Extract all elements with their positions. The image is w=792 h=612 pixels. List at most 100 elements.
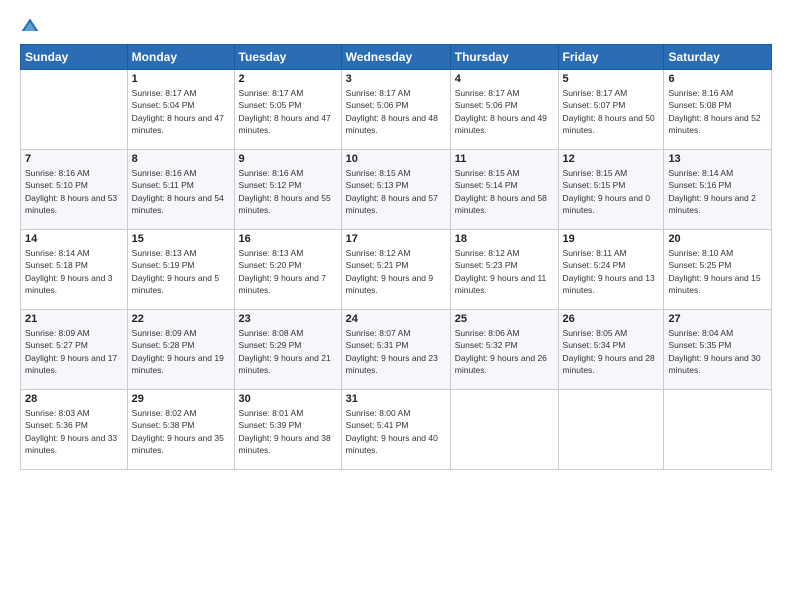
weekday-saturday: Saturday — [664, 45, 772, 70]
day-number: 6 — [668, 73, 767, 85]
calendar-table: SundayMondayTuesdayWednesdayThursdayFrid… — [20, 44, 772, 470]
calendar-cell: 15 Sunrise: 8:13 AMSunset: 5:19 PMDayligh… — [127, 230, 234, 310]
calendar-week-3: 14Sunrise: 8:14 AMSunset: 5:18 PMDayligh… — [21, 230, 772, 310]
day-info: Sunrise: 8:17 AMSunset: 5:07 PMDaylight:… — [563, 87, 660, 136]
calendar-cell: 30 Sunrise: 8:01 AMSunset: 5:39 PMDayligh… — [234, 390, 341, 470]
day-number: 28 — [25, 393, 123, 405]
calendar-cell: 11 Sunrise: 8:15 AMSunset: 5:14 PMDayligh… — [450, 150, 558, 230]
day-info: Sunrise: 8:02 AMSunset: 5:38 PMDaylight:… — [132, 407, 230, 456]
day-info: Sunrise: 8:17 AMSunset: 5:04 PMDaylight:… — [132, 87, 230, 136]
day-info: Sunrise: 8:16 AMSunset: 5:11 PMDaylight:… — [132, 167, 230, 216]
day-number: 8 — [132, 153, 230, 165]
day-info: Sunrise: 8:15 AMSunset: 5:15 PMDaylight:… — [563, 167, 660, 216]
day-info: Sunrise: 8:09 AMSunset: 5:28 PMDaylight:… — [132, 327, 230, 376]
day-info: Sunrise: 8:07 AMSunset: 5:31 PMDaylight:… — [346, 327, 446, 376]
day-number: 24 — [346, 313, 446, 325]
day-number: 2 — [239, 73, 337, 85]
calendar-cell: 31Sunrise: 8:00 AMSunset: 5:41 PMDayligh… — [341, 390, 450, 470]
day-info: Sunrise: 8:05 AMSunset: 5:34 PMDaylight:… — [563, 327, 660, 376]
calendar-cell: 20 Sunrise: 8:10 AMSunset: 5:25 PMDayligh… — [664, 230, 772, 310]
day-info: Sunrise: 8:16 AMSunset: 5:12 PMDaylight:… — [239, 167, 337, 216]
day-info: Sunrise: 8:15 AMSunset: 5:14 PMDaylight:… — [455, 167, 554, 216]
calendar-week-2: 7 Sunrise: 8:16 AMSunset: 5:10 PMDaylight… — [21, 150, 772, 230]
day-number: 23 — [239, 313, 337, 325]
day-number: 4 — [455, 73, 554, 85]
calendar-cell: 18 Sunrise: 8:12 AMSunset: 5:23 PMDayligh… — [450, 230, 558, 310]
weekday-wednesday: Wednesday — [341, 45, 450, 70]
calendar-cell — [664, 390, 772, 470]
calendar-cell: 6 Sunrise: 8:16 AMSunset: 5:08 PMDaylight… — [664, 70, 772, 150]
day-info: Sunrise: 8:14 AMSunset: 5:18 PMDaylight:… — [25, 247, 123, 296]
calendar-week-5: 28 Sunrise: 8:03 AMSunset: 5:36 PMDayligh… — [21, 390, 772, 470]
day-info: Sunrise: 8:13 AMSunset: 5:20 PMDaylight:… — [239, 247, 337, 296]
day-number: 15 — [132, 233, 230, 245]
day-number: 12 — [563, 153, 660, 165]
day-info: Sunrise: 8:01 AMSunset: 5:39 PMDaylight:… — [239, 407, 337, 456]
day-number: 9 — [239, 153, 337, 165]
day-info: Sunrise: 8:16 AMSunset: 5:08 PMDaylight:… — [668, 87, 767, 136]
calendar-cell: 21Sunrise: 8:09 AMSunset: 5:27 PMDayligh… — [21, 310, 128, 390]
calendar-cell: 16Sunrise: 8:13 AMSunset: 5:20 PMDayligh… — [234, 230, 341, 310]
calendar-header: SundayMondayTuesdayWednesdayThursdayFrid… — [21, 45, 772, 70]
calendar-cell: 13Sunrise: 8:14 AMSunset: 5:16 PMDayligh… — [664, 150, 772, 230]
logo — [20, 16, 44, 36]
day-info: Sunrise: 8:13 AMSunset: 5:19 PMDaylight:… — [132, 247, 230, 296]
day-number: 26 — [563, 313, 660, 325]
day-info: Sunrise: 8:03 AMSunset: 5:36 PMDaylight:… — [25, 407, 123, 456]
calendar-cell: 17 Sunrise: 8:12 AMSunset: 5:21 PMDayligh… — [341, 230, 450, 310]
day-number: 19 — [563, 233, 660, 245]
day-info: Sunrise: 8:14 AMSunset: 5:16 PMDaylight:… — [668, 167, 767, 216]
day-info: Sunrise: 8:15 AMSunset: 5:13 PMDaylight:… — [346, 167, 446, 216]
day-number: 30 — [239, 393, 337, 405]
calendar-cell: 1 Sunrise: 8:17 AMSunset: 5:04 PMDaylight… — [127, 70, 234, 150]
day-number: 20 — [668, 233, 767, 245]
weekday-monday: Monday — [127, 45, 234, 70]
day-info: Sunrise: 8:10 AMSunset: 5:25 PMDaylight:… — [668, 247, 767, 296]
calendar-cell: 2Sunrise: 8:17 AMSunset: 5:05 PMDaylight… — [234, 70, 341, 150]
calendar-cell: 23 Sunrise: 8:08 AMSunset: 5:29 PMDayligh… — [234, 310, 341, 390]
day-number: 10 — [346, 153, 446, 165]
calendar-cell: 28 Sunrise: 8:03 AMSunset: 5:36 PMDayligh… — [21, 390, 128, 470]
calendar-cell — [558, 390, 664, 470]
day-info: Sunrise: 8:17 AMSunset: 5:06 PMDaylight:… — [346, 87, 446, 136]
day-number: 31 — [346, 393, 446, 405]
day-number: 21 — [25, 313, 123, 325]
calendar-week-1: 1 Sunrise: 8:17 AMSunset: 5:04 PMDaylight… — [21, 70, 772, 150]
day-number: 29 — [132, 393, 230, 405]
day-info: Sunrise: 8:06 AMSunset: 5:32 PMDaylight:… — [455, 327, 554, 376]
day-number: 7 — [25, 153, 123, 165]
logo-icon — [20, 16, 40, 36]
calendar-cell — [21, 70, 128, 150]
calendar-cell: 26 Sunrise: 8:05 AMSunset: 5:34 PMDayligh… — [558, 310, 664, 390]
calendar-cell: 14Sunrise: 8:14 AMSunset: 5:18 PMDayligh… — [21, 230, 128, 310]
day-number: 1 — [132, 73, 230, 85]
day-number: 17 — [346, 233, 446, 245]
day-info: Sunrise: 8:17 AMSunset: 5:06 PMDaylight:… — [455, 87, 554, 136]
calendar-cell: 8 Sunrise: 8:16 AMSunset: 5:11 PMDaylight… — [127, 150, 234, 230]
calendar-week-4: 21Sunrise: 8:09 AMSunset: 5:27 PMDayligh… — [21, 310, 772, 390]
weekday-thursday: Thursday — [450, 45, 558, 70]
calendar-cell: 22Sunrise: 8:09 AMSunset: 5:28 PMDayligh… — [127, 310, 234, 390]
day-info: Sunrise: 8:08 AMSunset: 5:29 PMDaylight:… — [239, 327, 337, 376]
weekday-sunday: Sunday — [21, 45, 128, 70]
day-info: Sunrise: 8:16 AMSunset: 5:10 PMDaylight:… — [25, 167, 123, 216]
day-number: 11 — [455, 153, 554, 165]
weekday-header-row: SundayMondayTuesdayWednesdayThursdayFrid… — [21, 45, 772, 70]
calendar-cell: 3 Sunrise: 8:17 AMSunset: 5:06 PMDaylight… — [341, 70, 450, 150]
day-number: 25 — [455, 313, 554, 325]
calendar-body: 1 Sunrise: 8:17 AMSunset: 5:04 PMDaylight… — [21, 70, 772, 470]
calendar-cell: 27 Sunrise: 8:04 AMSunset: 5:35 PMDayligh… — [664, 310, 772, 390]
day-number: 3 — [346, 73, 446, 85]
calendar-cell: 24 Sunrise: 8:07 AMSunset: 5:31 PMDayligh… — [341, 310, 450, 390]
calendar-cell: 5Sunrise: 8:17 AMSunset: 5:07 PMDaylight… — [558, 70, 664, 150]
calendar-cell: 19 Sunrise: 8:11 AMSunset: 5:24 PMDayligh… — [558, 230, 664, 310]
calendar-cell: 4 Sunrise: 8:17 AMSunset: 5:06 PMDaylight… — [450, 70, 558, 150]
day-number: 18 — [455, 233, 554, 245]
day-number: 27 — [668, 313, 767, 325]
day-info: Sunrise: 8:12 AMSunset: 5:21 PMDaylight:… — [346, 247, 446, 296]
day-info: Sunrise: 8:12 AMSunset: 5:23 PMDaylight:… — [455, 247, 554, 296]
page: SundayMondayTuesdayWednesdayThursdayFrid… — [0, 0, 792, 612]
day-info: Sunrise: 8:04 AMSunset: 5:35 PMDaylight:… — [668, 327, 767, 376]
day-info: Sunrise: 8:11 AMSunset: 5:24 PMDaylight:… — [563, 247, 660, 296]
calendar-cell: 9 Sunrise: 8:16 AMSunset: 5:12 PMDaylight… — [234, 150, 341, 230]
